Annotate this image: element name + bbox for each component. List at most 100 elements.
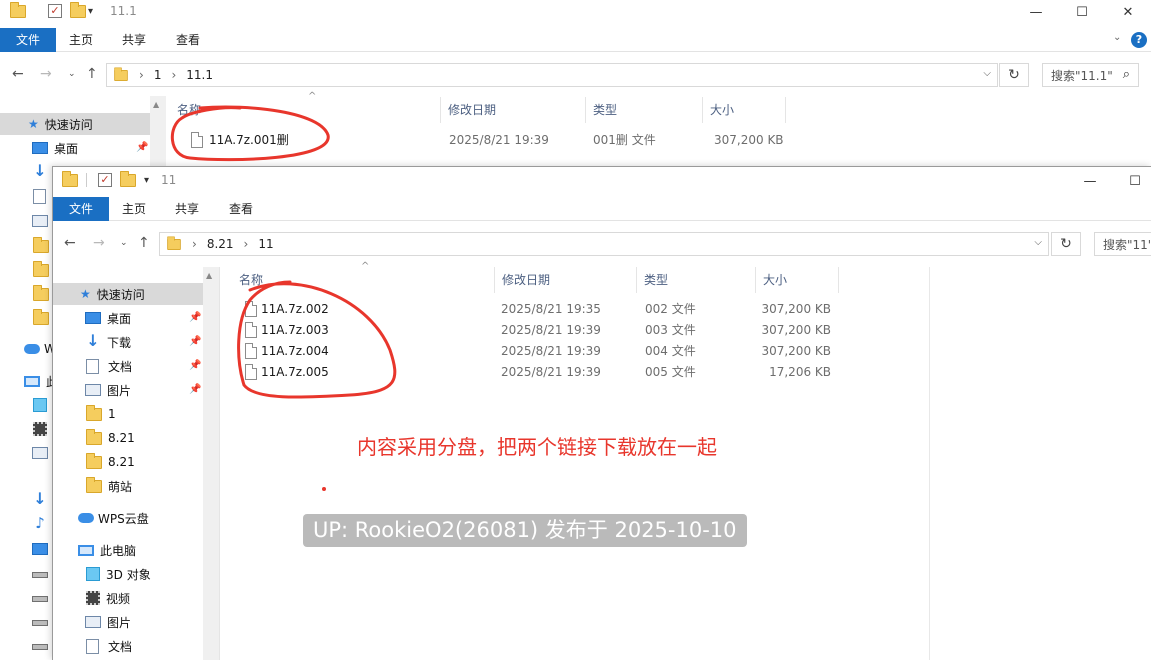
nav-scrollbar[interactable]: ▲ [203,267,219,660]
help-icon[interactable]: ? [1131,32,1147,48]
search-box[interactable]: 搜索"11" [1094,232,1151,256]
tab-view[interactable]: 查看 [164,28,212,52]
column-date[interactable]: 修改日期 [496,267,637,293]
close-button[interactable]: ✕ [1105,0,1151,24]
nav-quick-access[interactable]: ★ 快速访问 [53,283,203,305]
nav-this-pc-partial[interactable]: 此 [0,370,58,392]
search-box[interactable]: 搜索"11.1" ⌕ [1042,63,1139,87]
file-row[interactable]: 11A.7z.001删 2025/8/21 19:39 001删 文件 307,… [167,130,807,151]
column-size[interactable]: 大小 [757,267,839,293]
address-dropdown-icon[interactable]: ⌵ [983,68,991,79]
pin-icon[interactable]: 📌 [189,312,201,323]
forward-button[interactable]: → [93,225,105,261]
nav-downloads[interactable]: ↓ 下载 📌 [53,331,203,353]
breadcrumb-1[interactable]: 1 [146,68,170,82]
nav-desktop[interactable]: 桌面 📌 [53,307,203,329]
pin-icon[interactable]: 📌 [189,384,201,395]
nav-folder-8-21[interactable]: 8.21 [53,427,135,449]
tab-share[interactable]: 共享 [110,28,158,52]
address-dropdown-icon[interactable]: ⌵ [1034,237,1042,248]
title-bar: ✓ ▾ 11.1 — ☐ ✕ [0,0,1151,24]
refresh-button[interactable]: ↻ [999,63,1029,87]
pin-icon[interactable]: 📌 [136,142,148,153]
file-row[interactable]: 11A.7z.002 2025/8/21 19:35 002 文件 307,20… [233,299,893,320]
address-folder-icon [114,66,128,81]
documents-icon [33,189,46,204]
ribbon-expand-icon[interactable]: ⌄ [1113,32,1121,43]
file-row[interactable]: 11A.7z.003 2025/8/21 19:39 003 文件 307,20… [233,320,893,341]
nav-desktop[interactable]: 桌面 📌 [0,137,150,159]
back-button[interactable]: ← [64,225,76,261]
nav-folder-1[interactable]: 1 [53,403,116,425]
nav-pictures-pc[interactable]: 图片 [53,611,131,633]
folder-icon[interactable] [10,1,26,18]
nav-folder-mengzhan[interactable]: 萌站 [53,475,132,497]
column-size[interactable]: 大小 [704,97,786,123]
recent-locations-icon[interactable]: ⌄ [68,56,76,92]
nav-pictures[interactable]: 图片 📌 [53,379,203,401]
nav-documents-pc[interactable]: 文档 [53,635,132,657]
file-name: 11A.7z.001删 [209,133,289,147]
drive-icon [32,620,48,626]
nav-this-pc[interactable]: 此电脑 [53,539,136,561]
red-dot [322,487,326,491]
tab-file[interactable]: 文件 [53,197,109,221]
desktop-icon [32,142,48,154]
customize-chevron-icon[interactable]: ▾ [88,6,93,17]
nav-wps-cloud[interactable]: WPS云盘 [53,507,149,529]
tab-share[interactable]: 共享 [163,197,211,221]
address-bar[interactable]: › 8.21 › 11 ⌵ [159,232,1049,256]
maximize-button[interactable]: ☐ [1059,0,1105,24]
properties-icon[interactable]: ✓ [48,4,62,18]
minimize-button[interactable]: — [1013,0,1059,24]
column-name[interactable]: 名称 [167,97,441,123]
cloud-icon [24,344,40,354]
recent-locations-icon[interactable]: ⌄ [120,225,128,261]
nav-documents[interactable]: 文档 📌 [53,355,203,377]
uploader-watermark: UP: RookieO2(26081) 发布于 2025-10-10 [303,514,747,547]
column-type[interactable]: 类型 [638,267,756,293]
nav-videos[interactable]: 视频 [53,587,130,609]
new-folder-icon[interactable] [70,1,86,18]
breadcrumb-11[interactable]: 11 [250,237,281,251]
search-placeholder: 搜索"11" [1103,237,1151,252]
cloud-icon [78,513,94,523]
tab-file[interactable]: 文件 [0,28,56,52]
file-type: 003 文件 [645,323,696,337]
properties-icon[interactable]: ✓ [98,173,112,187]
tab-home[interactable]: 主页 [57,28,105,52]
nav-quick-access[interactable]: ★ 快速访问 [0,113,150,135]
nav-wps-partial[interactable]: W [0,338,56,360]
pin-icon[interactable]: 📌 [189,336,201,347]
file-icon [245,364,257,380]
file-size: 307,200 KB [761,344,831,358]
column-date[interactable]: 修改日期 [442,97,586,123]
customize-chevron-icon[interactable]: ▾ [144,175,149,186]
tab-view[interactable]: 查看 [217,197,265,221]
forward-button[interactable]: → [40,56,52,92]
pictures-icon [85,384,101,396]
pin-icon[interactable]: 📌 [189,360,201,371]
new-folder-icon[interactable] [120,170,136,187]
file-size: 307,200 KB [761,323,831,337]
refresh-button[interactable]: ↻ [1051,232,1081,256]
maximize-button[interactable]: ☐ [1112,169,1151,193]
column-name[interactable]: 名称 [233,267,495,293]
file-row[interactable]: 11A.7z.004 2025/8/21 19:39 004 文件 307,20… [233,341,893,362]
nav-folder-8-21-b[interactable]: 8.21 [53,451,135,473]
tab-home[interactable]: 主页 [110,197,158,221]
file-row[interactable]: 11A.7z.005 2025/8/21 19:39 005 文件 17,206… [233,362,893,383]
nav-3d-objects[interactable]: 3D 对象 [53,563,151,585]
breadcrumb-8-21[interactable]: 8.21 [199,237,242,251]
minimize-button[interactable]: — [1067,169,1113,193]
up-button[interactable]: ↑ [138,225,150,261]
folder-icon[interactable] [62,170,78,187]
folder-icon [33,309,49,325]
address-bar[interactable]: › 1 › 11.1 ⌵ [106,63,998,87]
folder-icon [86,452,102,469]
nav-scrollbar[interactable]: ▲ [150,96,166,166]
back-button[interactable]: ← [12,56,24,92]
up-button[interactable]: ↑ [86,56,98,92]
breadcrumb-11-1[interactable]: 11.1 [178,68,221,82]
column-type[interactable]: 类型 [587,97,703,123]
